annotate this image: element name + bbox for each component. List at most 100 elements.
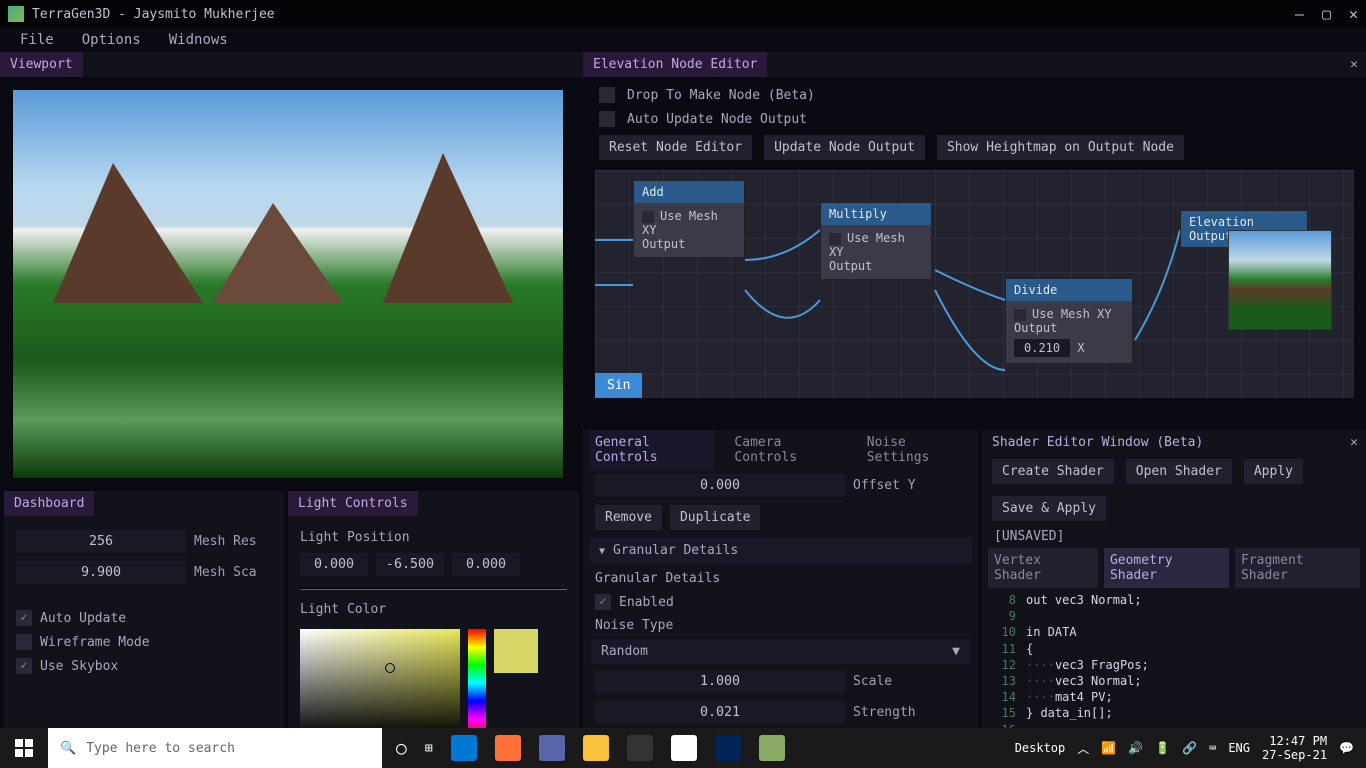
notification-icon[interactable]: 💬 xyxy=(1339,741,1354,755)
wireframe-checkbox[interactable] xyxy=(16,634,32,650)
tray-chevron-icon[interactable]: ︿ xyxy=(1077,740,1089,757)
terragen-icon[interactable] xyxy=(759,735,785,761)
volume-icon[interactable]: 🔊 xyxy=(1128,741,1143,755)
taskbar-search[interactable]: 🔍Type here to search xyxy=(48,728,382,768)
minimize-button[interactable]: — xyxy=(1295,5,1304,23)
maximize-button[interactable]: ▢ xyxy=(1322,5,1331,23)
save-apply-shader-button[interactable]: Save & Apply xyxy=(992,496,1106,521)
node-graph-canvas[interactable]: Add Use Mesh XYOutput Multiply Use Mesh … xyxy=(595,170,1354,398)
tab-vertex-shader[interactable]: Vertex Shader xyxy=(988,548,1098,588)
dashboard-header: Dashboard xyxy=(4,491,94,516)
task-view-icon[interactable]: ⊞ xyxy=(425,741,433,756)
update-node-output-button[interactable]: Update Node Output xyxy=(764,135,925,160)
terrain-mountain xyxy=(53,163,203,303)
color-saturation-box[interactable] xyxy=(300,629,460,737)
duplicate-button[interactable]: Duplicate xyxy=(670,505,760,530)
node-multiply[interactable]: Multiply Use Mesh XYOutput xyxy=(820,202,932,280)
powershell-icon[interactable] xyxy=(715,735,741,761)
tab-geometry-shader[interactable]: Geometry Shader xyxy=(1104,548,1229,588)
search-icon: 🔍 xyxy=(60,741,76,756)
node-sin[interactable]: Sin xyxy=(595,373,642,398)
reset-node-editor-button[interactable]: Reset Node Editor xyxy=(599,135,752,160)
desktop-label[interactable]: Desktop xyxy=(1015,741,1066,755)
app-icon xyxy=(8,6,24,22)
use-mesh-label: Use Mesh XY xyxy=(1032,307,1111,321)
node-divide[interactable]: Divide Use Mesh XYOutput 0.210 X xyxy=(1005,278,1133,364)
mesh-res-label: Mesh Res xyxy=(194,534,257,549)
node-add[interactable]: Add Use Mesh XYOutput xyxy=(633,180,745,258)
chevron-down-icon xyxy=(599,543,605,558)
window-title: TerraGen3D - Jaysmito Mukherjee xyxy=(32,7,275,22)
color-cursor[interactable] xyxy=(385,663,395,673)
scale-input[interactable] xyxy=(595,670,845,693)
node-editor-header: Elevation Node Editor xyxy=(583,52,767,77)
unsaved-label: [UNSAVED] xyxy=(994,529,1064,544)
granular-label: Granular Details xyxy=(595,571,720,586)
tab-noise-settings[interactable]: Noise Settings xyxy=(861,430,972,470)
scale-label: Scale xyxy=(853,674,892,689)
mesh-scale-input[interactable] xyxy=(16,561,186,584)
tab-general-controls[interactable]: General Controls xyxy=(589,430,714,470)
node-editor-close-icon[interactable]: ✕ xyxy=(1350,57,1358,72)
taskbar-date[interactable]: 27-Sep-21 xyxy=(1262,748,1327,762)
battery-icon[interactable]: 🔋 xyxy=(1155,741,1170,755)
offset-y-input[interactable] xyxy=(595,474,845,497)
shader-close-icon[interactable]: ✕ xyxy=(1350,435,1358,450)
node-checkbox[interactable] xyxy=(642,211,654,223)
light-pos-z[interactable] xyxy=(452,553,520,576)
auto-update-output-checkbox[interactable] xyxy=(599,111,615,127)
auto-update-label: Auto Update xyxy=(40,611,126,626)
file-explorer-icon[interactable] xyxy=(583,735,609,761)
hue-slider[interactable] xyxy=(468,629,486,737)
auto-update-checkbox[interactable] xyxy=(16,610,32,626)
taskbar-time[interactable]: 12:47 PM xyxy=(1262,734,1327,748)
close-button[interactable]: ✕ xyxy=(1349,5,1358,23)
light-pos-y[interactable] xyxy=(376,553,444,576)
chevron-down-icon: ▼ xyxy=(952,644,960,659)
mail-app-icon[interactable] xyxy=(451,735,477,761)
wifi-icon[interactable]: 📶 xyxy=(1101,741,1116,755)
granular-header-label: Granular Details xyxy=(613,543,738,558)
offset-y-label: Offset Y xyxy=(853,478,916,493)
keyboard-icon[interactable]: ⌨ xyxy=(1209,741,1216,755)
light-pos-x[interactable] xyxy=(300,553,368,576)
viewport-canvas[interactable] xyxy=(12,89,564,479)
app-icon-1[interactable] xyxy=(539,735,565,761)
menu-file[interactable]: File xyxy=(20,32,54,48)
skybox-checkbox[interactable] xyxy=(16,658,32,674)
apply-shader-button[interactable]: Apply xyxy=(1244,459,1303,484)
sublime-icon[interactable] xyxy=(627,735,653,761)
cortana-icon[interactable]: ○ xyxy=(396,738,407,759)
strength-input[interactable] xyxy=(595,701,845,724)
wireframe-label: Wireframe Mode xyxy=(40,635,150,650)
open-shader-button[interactable]: Open Shader xyxy=(1126,459,1232,484)
lang-label[interactable]: ENG xyxy=(1228,741,1250,755)
tab-camera-controls[interactable]: Camera Controls xyxy=(728,430,846,470)
node-checkbox[interactable] xyxy=(829,233,841,245)
link-icon[interactable]: 🔗 xyxy=(1182,741,1197,755)
firefox-icon[interactable] xyxy=(495,735,521,761)
drop-node-checkbox[interactable] xyxy=(599,87,615,103)
drop-node-label: Drop To Make Node (Beta) xyxy=(627,88,815,103)
shader-editor-header: Shader Editor Window (Beta) xyxy=(982,430,1213,455)
divide-value[interactable]: 0.210 xyxy=(1014,339,1070,357)
clear-value-icon[interactable]: X xyxy=(1077,341,1084,355)
start-button[interactable] xyxy=(0,728,48,768)
output-label: Output xyxy=(829,259,872,273)
menu-options[interactable]: Options xyxy=(82,32,141,48)
output-label: Output xyxy=(1014,321,1057,335)
enabled-checkbox[interactable] xyxy=(595,594,611,610)
remove-button[interactable]: Remove xyxy=(595,505,662,530)
create-shader-button[interactable]: Create Shader xyxy=(992,459,1114,484)
light-pos-label: Light Position xyxy=(300,530,410,545)
terrain-mountain xyxy=(383,153,513,303)
node-add-header: Add xyxy=(634,181,744,203)
mesh-res-input[interactable] xyxy=(16,530,186,553)
menu-windows[interactable]: Widnows xyxy=(169,32,228,48)
show-heightmap-button[interactable]: Show Heightmap on Output Node xyxy=(937,135,1184,160)
tab-fragment-shader[interactable]: Fragment Shader xyxy=(1235,548,1360,588)
node-checkbox[interactable] xyxy=(1014,309,1026,321)
granular-details-section[interactable]: Granular Details xyxy=(589,538,972,563)
chrome-icon[interactable] xyxy=(671,735,697,761)
noise-type-select[interactable]: Random▼ xyxy=(591,639,970,664)
